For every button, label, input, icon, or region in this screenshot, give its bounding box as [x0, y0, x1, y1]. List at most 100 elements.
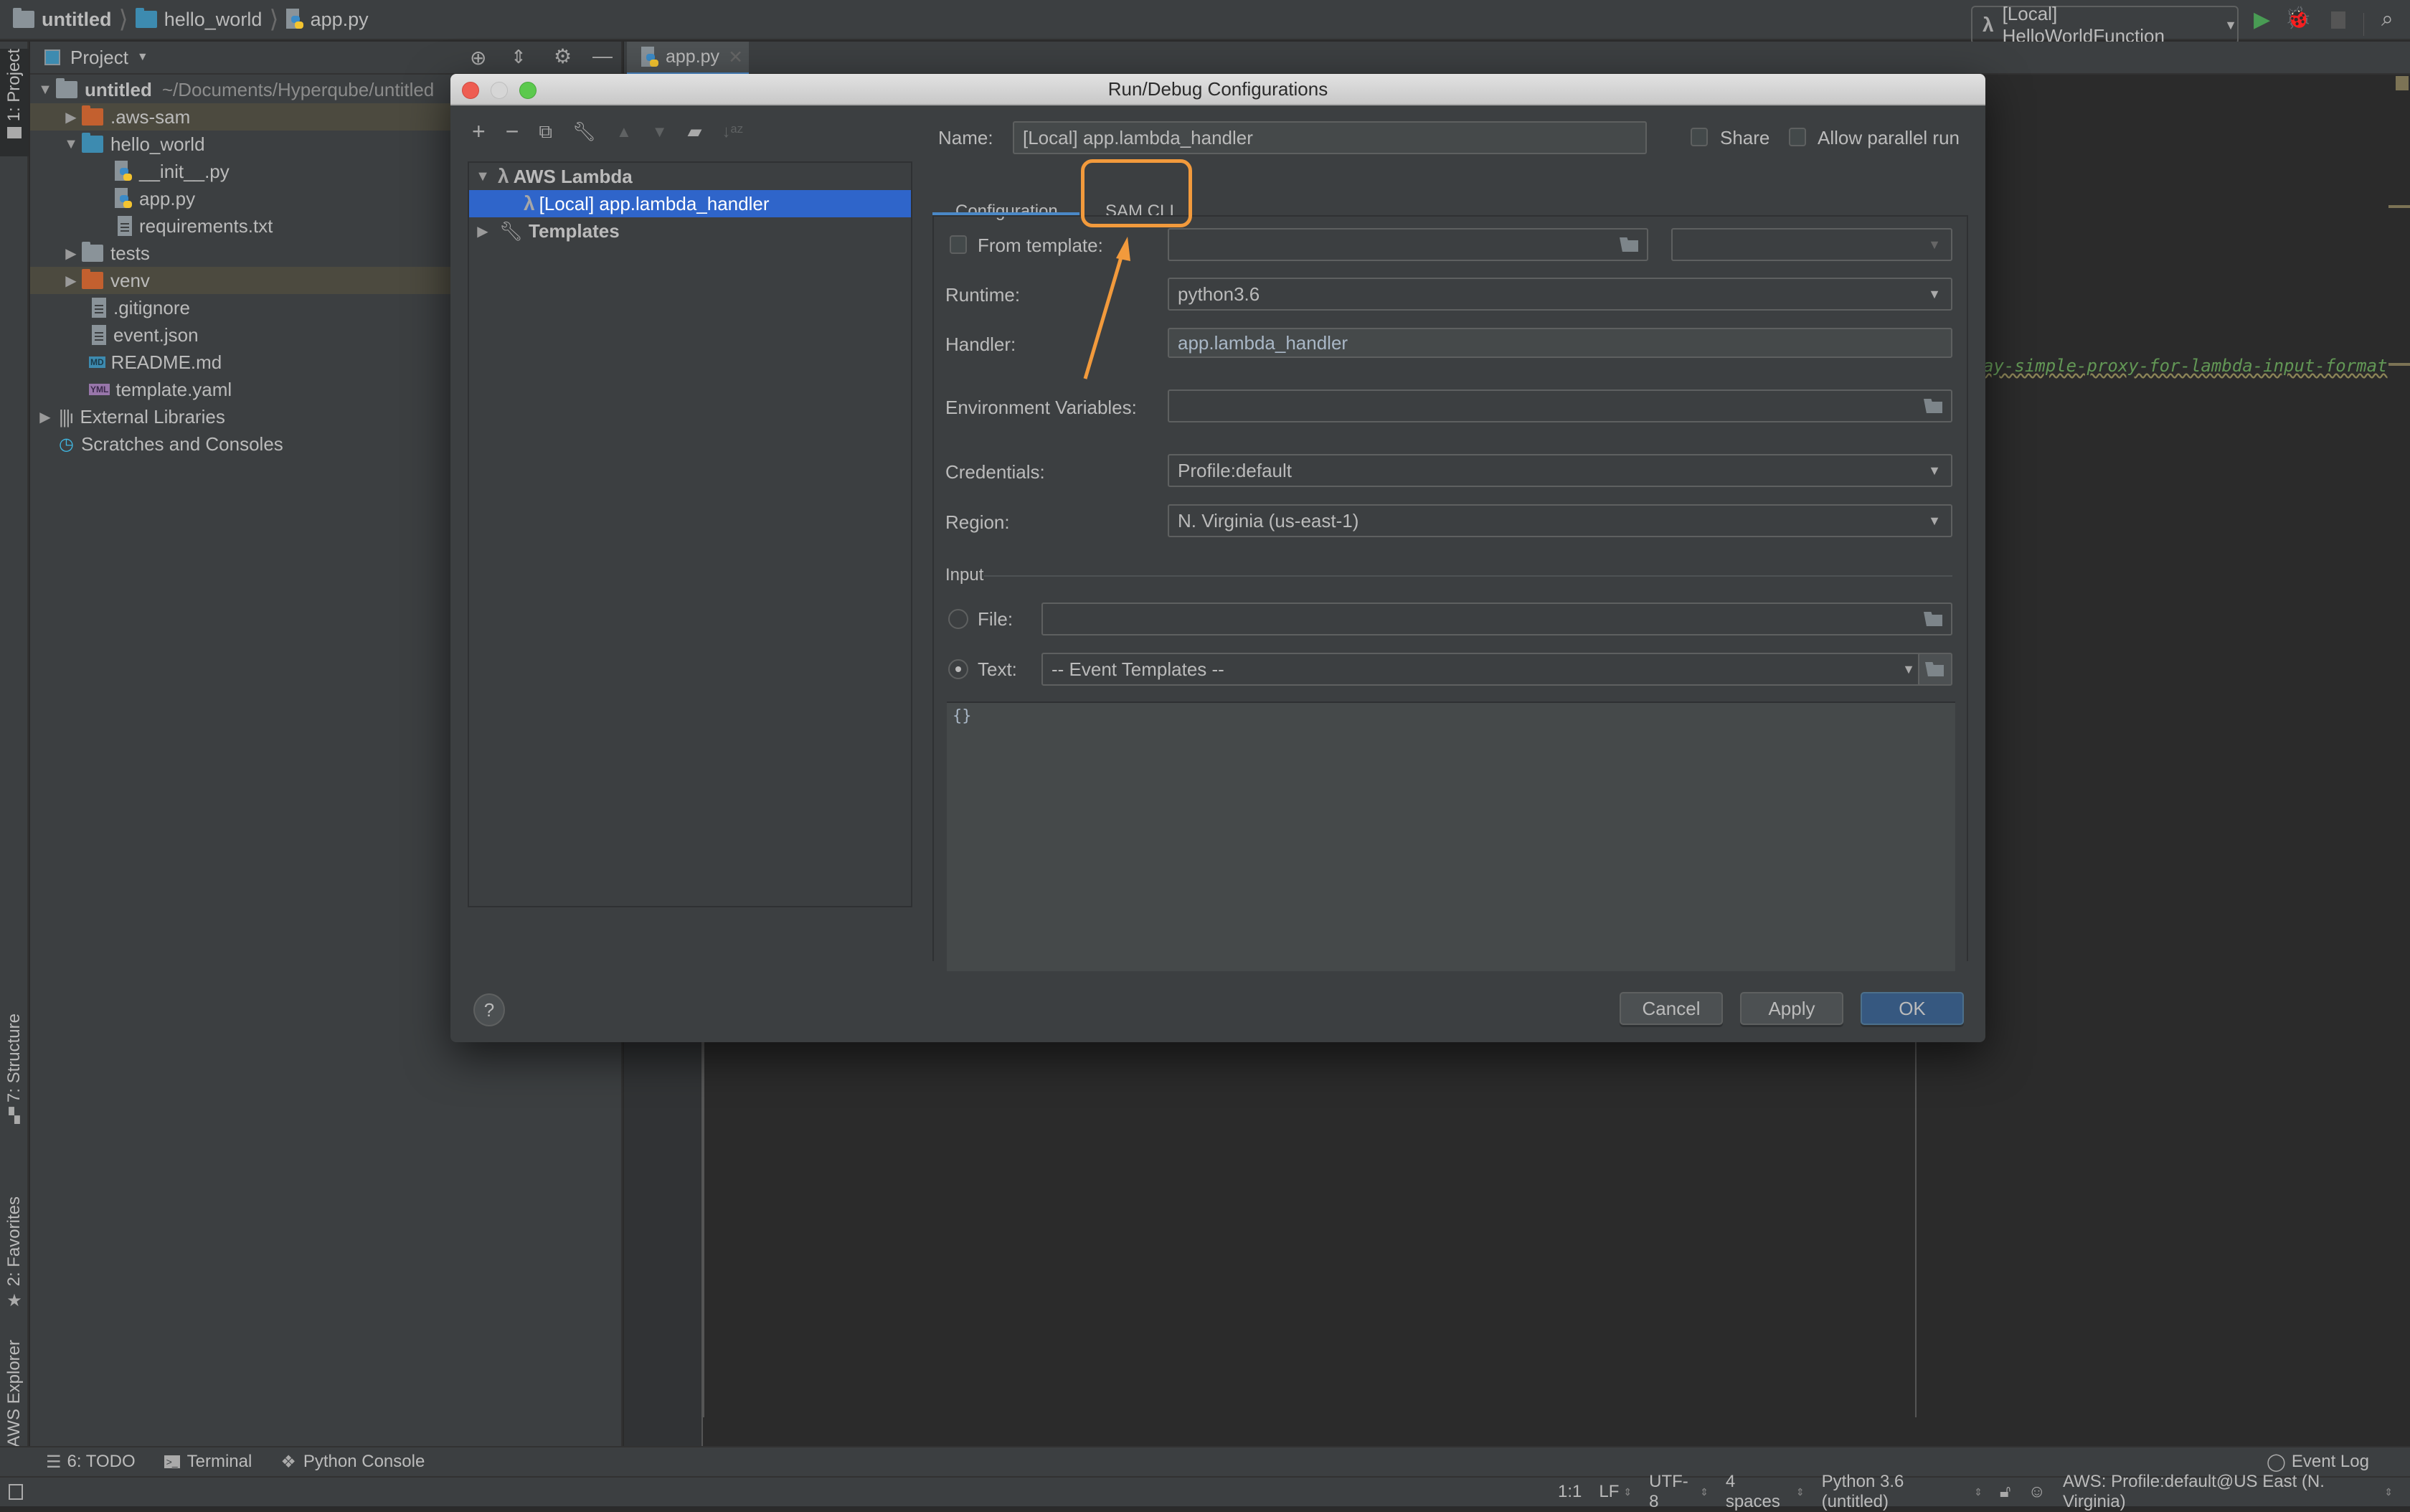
expand-arrow-icon[interactable]: ▶ — [60, 245, 82, 263]
close-window-button[interactable] — [462, 82, 479, 99]
folder-icon — [135, 8, 157, 28]
credentials-dropdown[interactable]: Profile:default ▼ — [1168, 454, 1952, 487]
tree-group-aws-lambda[interactable]: ▼ λ AWS Lambda — [469, 163, 911, 190]
search-icon[interactable]: ⌕ — [2381, 7, 2394, 32]
expand-arrow-icon[interactable]: ▼ — [34, 82, 56, 98]
credentials-label: Credentials: — [945, 461, 1045, 483]
editor-tab[interactable]: app.py ✕ — [627, 42, 749, 75]
code-text: ay-simple-proxy-for-lambda-input-format — [1983, 356, 2388, 376]
debug-icon[interactable]: 🐞 — [2284, 6, 2311, 31]
run-icon[interactable]: ▶ — [2254, 7, 2270, 32]
tool-tab-todo[interactable]: ☰ 6: TODO — [46, 1452, 136, 1473]
line-separator-selector[interactable]: LF ⇕ — [1599, 1482, 1632, 1502]
toolbar-divider — [2363, 13, 2364, 36]
chevron-right-icon: ⟩ — [118, 6, 128, 33]
breadcrumb-item[interactable]: app.py — [311, 9, 369, 31]
inspection-indicator[interactable] — [2396, 76, 2409, 90]
file-radio[interactable] — [948, 609, 968, 629]
expand-arrow-icon[interactable]: ▶ — [60, 272, 82, 290]
updown-icon: ⇕ — [1700, 1485, 1709, 1498]
expand-arrow-icon[interactable]: ▶ — [60, 108, 82, 126]
tree-item-label: app.py — [139, 187, 196, 209]
folder-icon — [13, 8, 34, 28]
tree-item-selected-config[interactable]: λ [Local] app.lambda_handler — [469, 190, 911, 217]
environment-variables-field[interactable] — [1168, 389, 1952, 422]
tree-item-label: template.yaml — [115, 378, 232, 400]
copy-icon[interactable]: ⧉ — [539, 121, 552, 143]
breadcrumb-item[interactable]: untitled — [42, 9, 111, 31]
warning-marker[interactable] — [2388, 205, 2410, 208]
inspector-icon[interactable]: ☺ — [2028, 1482, 2046, 1502]
hide-icon[interactable]: — — [592, 44, 613, 67]
cancel-button[interactable]: Cancel — [1620, 992, 1723, 1025]
environment-variables-label: Environment Variables: — [945, 397, 1137, 418]
close-icon[interactable]: ✕ — [728, 47, 743, 68]
stop-icon[interactable] — [2331, 11, 2345, 29]
expand-arrow-icon[interactable]: ▶ — [472, 222, 493, 240]
remove-icon[interactable]: − — [506, 118, 519, 145]
breadcrumb-item[interactable]: hello_world — [164, 9, 263, 31]
input-text-editor[interactable]: {} — [947, 701, 1955, 971]
allow-parallel-run-checkbox[interactable] — [1789, 128, 1806, 146]
minimize-window-button[interactable] — [491, 82, 508, 99]
name-field[interactable]: [Local] app.lambda_handler — [1013, 121, 1647, 154]
caret-position[interactable]: 1:1 — [1558, 1482, 1582, 1502]
toggle-tool-windows-icon[interactable] — [9, 1484, 23, 1500]
template-function-dropdown[interactable]: ▼ — [1671, 228, 1952, 261]
collapse-all-icon[interactable]: ⇕ — [511, 46, 526, 68]
tool-tab-label: Event Log — [2291, 1452, 2369, 1471]
open-event-file-button[interactable] — [1918, 653, 1952, 686]
list-icon: ☰ — [46, 1452, 62, 1472]
locate-icon[interactable]: ⊕ — [470, 46, 486, 70]
expand-arrow-icon[interactable]: ▶ — [34, 408, 56, 426]
tool-tab-terminal[interactable]: >_ Terminal — [164, 1452, 252, 1472]
text-radio[interactable] — [948, 659, 968, 679]
help-button[interactable]: ? — [473, 993, 505, 1026]
move-up-icon[interactable]: ▲ — [616, 123, 632, 141]
sort-icon[interactable]: ↓ᵃᶻ — [722, 122, 744, 142]
status-label: LF — [1599, 1482, 1620, 1501]
tool-tab-favorites[interactable]: 2: Favorites ★ — [0, 1196, 29, 1318]
gear-icon[interactable]: ⚙ — [554, 44, 572, 68]
from-template-checkbox[interactable] — [950, 235, 967, 254]
wrench-icon[interactable]: 🔧︎ — [572, 121, 596, 143]
input-file-field[interactable] — [1041, 603, 1952, 635]
expand-arrow-icon[interactable]: ▼ — [472, 169, 493, 185]
tree-item-label: External Libraries — [80, 405, 225, 427]
region-dropdown[interactable]: N. Virginia (us-east-1) ▼ — [1168, 504, 1952, 537]
lock-icon[interactable]: 🔓︎ — [2000, 1482, 2011, 1502]
project-view-selector[interactable]: Project — [70, 47, 128, 69]
tool-tab-event-log[interactable]: ◯ Event Log — [2267, 1452, 2369, 1473]
move-down-icon[interactable]: ▼ — [652, 123, 668, 141]
structure-icon: ▚ — [9, 1108, 20, 1125]
warning-marker[interactable] — [2388, 363, 2410, 366]
ok-button[interactable]: OK — [1861, 992, 1964, 1025]
chevron-down-icon[interactable]: ▼ — [137, 51, 148, 64]
name-label: Name: — [938, 127, 993, 148]
section-divider — [984, 575, 1952, 577]
folder-open-icon[interactable] — [1924, 612, 1942, 626]
handler-label: Handler: — [945, 334, 1016, 355]
run-configuration-selector[interactable]: λ [Local] HelloWorldFunction ▼ — [1971, 3, 2239, 47]
scratches-icon: ◷ — [59, 434, 74, 454]
template-file-field[interactable] — [1168, 228, 1648, 261]
navigation-bar: untitled ⟩ hello_world ⟩ app.py λ [Local… — [0, 0, 2410, 47]
project-icon — [44, 49, 60, 65]
new-folder-icon[interactable]: ▰ — [688, 121, 702, 143]
tree-group-templates[interactable]: ▶ 🔧︎ Templates — [469, 217, 911, 245]
tool-tab-project[interactable]: 1: Project — [0, 49, 29, 156]
tool-tab-python-console[interactable]: ❖ Python Console — [280, 1452, 425, 1473]
runtime-dropdown[interactable]: python3.6 ▼ — [1168, 278, 1952, 311]
left-tool-stripe: 1: Project 7: Structure ▚ 2: Favorites ★… — [0, 42, 29, 1472]
add-icon[interactable]: + — [472, 118, 486, 145]
tool-tab-structure[interactable]: 7: Structure ▚ — [0, 1013, 29, 1171]
folder-open-icon[interactable] — [1924, 399, 1942, 413]
event-templates-dropdown[interactable]: -- Event Templates -- ▼ — [1041, 653, 1927, 686]
maximize-window-button[interactable] — [519, 82, 537, 99]
folder-open-icon[interactable] — [1620, 237, 1638, 252]
expand-arrow-icon[interactable]: ▼ — [60, 136, 82, 153]
handler-field[interactable]: app.lambda_handler — [1168, 328, 1952, 358]
apply-button[interactable]: Apply — [1740, 992, 1843, 1025]
folder-excluded-icon — [82, 105, 103, 126]
share-checkbox[interactable] — [1691, 128, 1708, 146]
